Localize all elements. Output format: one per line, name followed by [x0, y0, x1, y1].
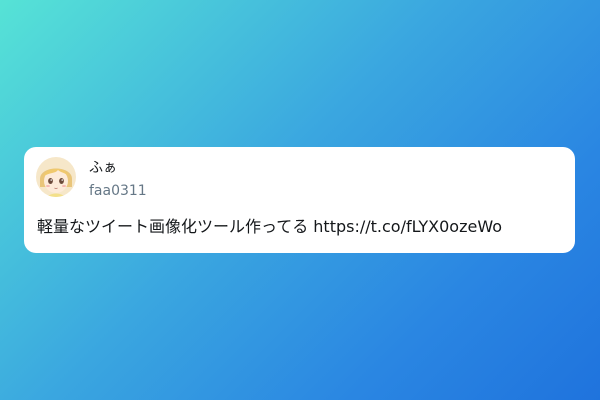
user-avatar-icon: [36, 157, 76, 197]
tweet-card: ふぁ faa0311 軽量なツイート画像化ツール作ってる https://t.c…: [24, 147, 575, 253]
tweet-text: 軽量なツイート画像化ツール作ってる https://t.co/fLYX0ozeW…: [37, 217, 503, 236]
user-avatar[interactable]: [36, 157, 76, 197]
user-handle[interactable]: faa0311: [89, 182, 147, 200]
display-name[interactable]: ふぁ: [89, 159, 117, 177]
